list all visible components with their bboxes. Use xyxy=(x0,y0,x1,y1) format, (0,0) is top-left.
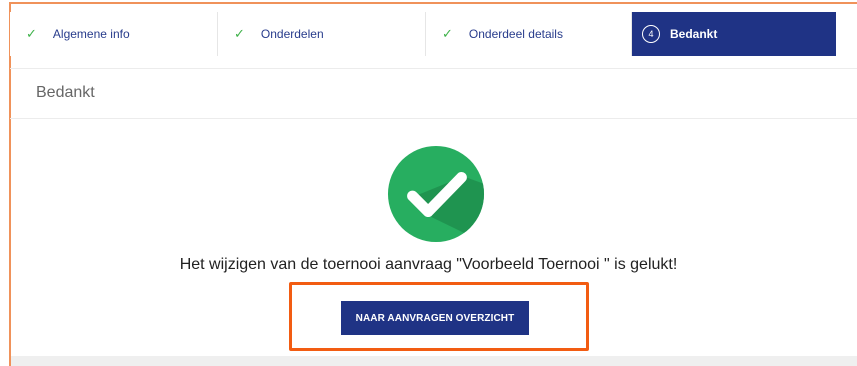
checkmark-circle-icon xyxy=(387,145,485,243)
page-title: Bedankt xyxy=(36,84,95,101)
step-label: Onderdeel details xyxy=(468,27,563,41)
step-label: Bedankt xyxy=(670,27,718,41)
step-bedankt[interactable]: 4 Bedankt xyxy=(632,12,836,56)
wizard-steps: ✓ Algemene info ✓ Onderdelen ✓ Onderdeel… xyxy=(10,12,836,56)
check-icon: ✓ xyxy=(234,26,245,41)
divider xyxy=(10,118,857,119)
requests-overview-button[interactable]: NAAR AANVRAGEN OVERZICHT xyxy=(341,301,529,335)
step-onderdeel-details[interactable]: ✓ Onderdeel details xyxy=(426,12,632,56)
step-number: 4 xyxy=(642,25,660,43)
step-onderdelen[interactable]: ✓ Onderdelen xyxy=(218,12,426,56)
check-icon: ✓ xyxy=(26,26,37,41)
divider xyxy=(10,68,857,69)
footer-bar xyxy=(11,356,857,366)
step-label: Algemene info xyxy=(52,27,130,41)
check-icon: ✓ xyxy=(442,26,453,41)
step-algemene-info[interactable]: ✓ Algemene info xyxy=(10,12,218,56)
success-message: Het wijzigen van de toernooi aanvraag "V… xyxy=(179,256,678,273)
step-label: Onderdelen xyxy=(260,27,324,41)
